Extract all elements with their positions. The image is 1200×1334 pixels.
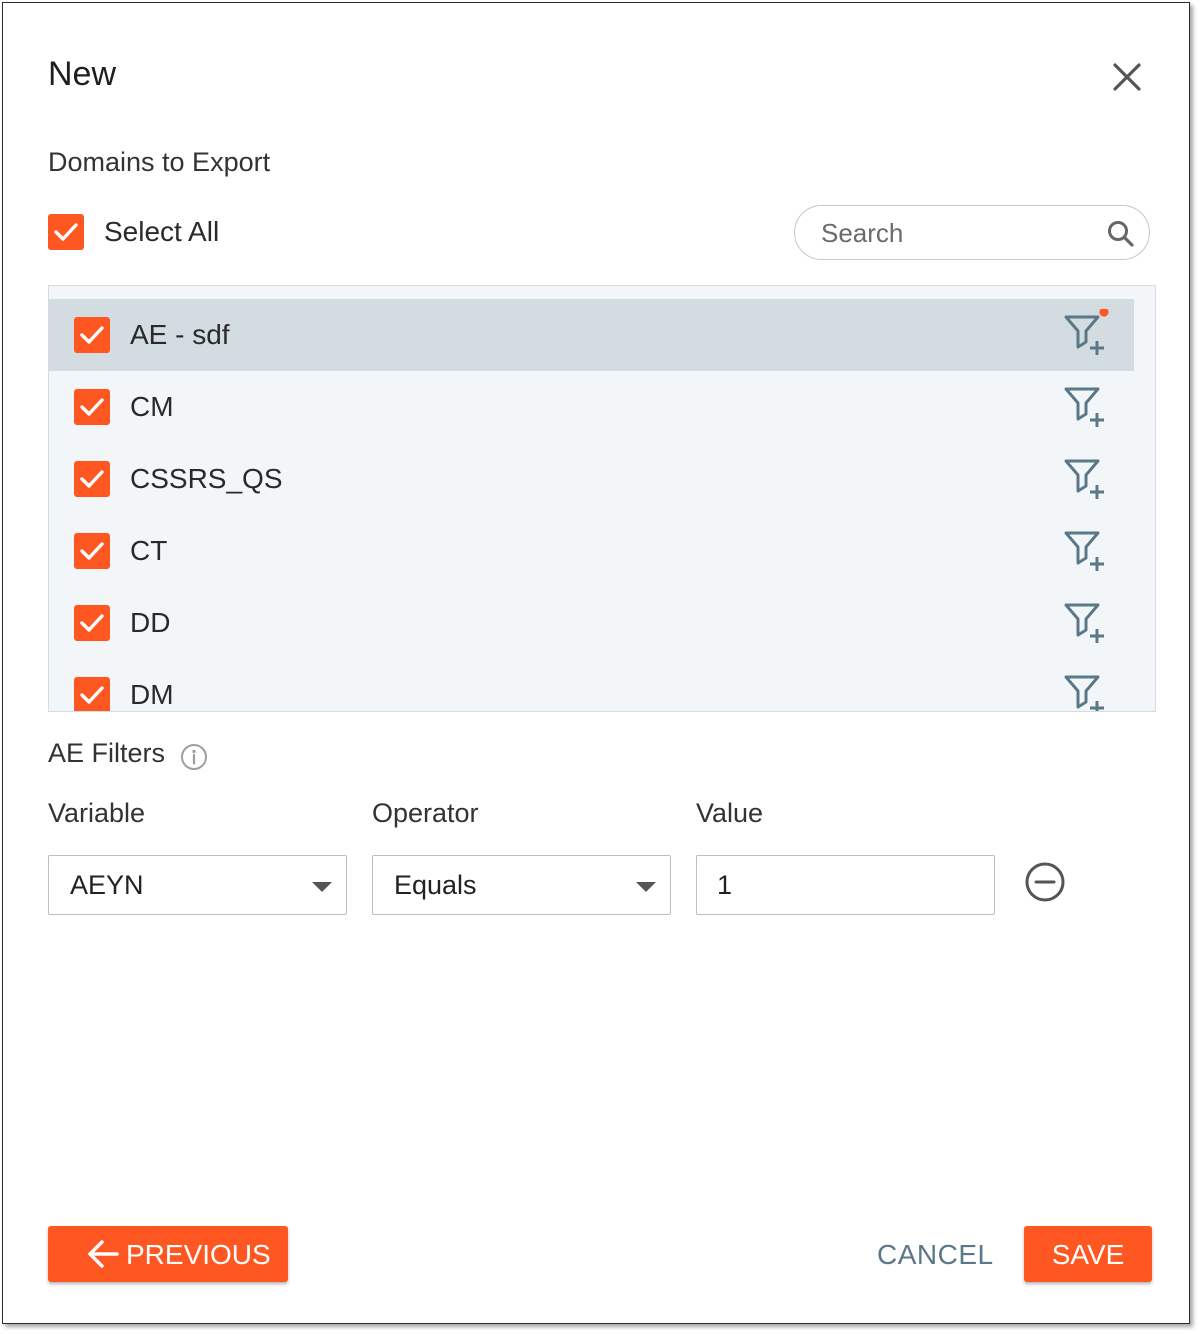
domain-row[interactable]: DM bbox=[49, 659, 1134, 712]
check-icon bbox=[80, 542, 104, 560]
domain-label: DM bbox=[130, 679, 174, 710]
select-all-label: Select All bbox=[104, 216, 220, 247]
remove-filter-icon[interactable] bbox=[1023, 860, 1067, 904]
domain-row[interactable]: AE - sdf bbox=[49, 299, 1134, 371]
domains-section-label: Domains to Export bbox=[48, 147, 271, 177]
add-filter-icon[interactable] bbox=[1061, 669, 1113, 712]
close-icon[interactable] bbox=[1107, 57, 1147, 97]
operator-select[interactable]: Equals bbox=[372, 855, 671, 915]
previous-button[interactable]: PREVIOUS bbox=[48, 1226, 288, 1282]
check-icon bbox=[80, 614, 104, 632]
check-icon bbox=[80, 326, 104, 344]
domain-label: CT bbox=[130, 535, 168, 566]
domain-row[interactable]: DD bbox=[49, 587, 1134, 659]
check-icon bbox=[80, 686, 104, 704]
dialog-title: New bbox=[48, 55, 117, 93]
save-button-label: SAVE bbox=[1051, 1239, 1125, 1270]
domain-label: AE - sdf bbox=[130, 319, 230, 350]
cancel-button[interactable]: CANCEL bbox=[877, 1239, 994, 1271]
operator-label: Operator bbox=[372, 798, 479, 828]
domain-row[interactable]: CT bbox=[49, 515, 1134, 587]
domain-checkbox[interactable] bbox=[74, 317, 110, 353]
domain-checkbox[interactable] bbox=[74, 677, 110, 711]
value-label: Value bbox=[696, 798, 764, 828]
search-box bbox=[794, 205, 1150, 260]
arrow-left-icon bbox=[88, 1240, 119, 1268]
domain-checkbox[interactable] bbox=[74, 533, 110, 569]
check-icon bbox=[80, 398, 104, 416]
variable-select-value: AEYN bbox=[70, 870, 144, 900]
check-icon bbox=[80, 470, 104, 488]
active-filter-dot bbox=[1099, 309, 1109, 317]
value-input[interactable] bbox=[696, 855, 995, 915]
select-all-checkbox[interactable] bbox=[48, 214, 84, 250]
domain-checkbox[interactable] bbox=[74, 605, 110, 641]
add-filter-icon[interactable] bbox=[1061, 597, 1113, 649]
add-filter-icon[interactable] bbox=[1061, 309, 1113, 361]
save-button[interactable]: SAVE bbox=[1024, 1226, 1152, 1282]
domain-label: CSSRS_QS bbox=[130, 463, 283, 494]
check-icon bbox=[54, 223, 78, 241]
add-filter-icon[interactable] bbox=[1061, 381, 1113, 433]
new-export-dialog: New Domains to Export Select All AE - sd… bbox=[2, 2, 1190, 1324]
info-icon[interactable] bbox=[180, 743, 208, 771]
search-input[interactable] bbox=[819, 216, 1093, 250]
domain-checkbox[interactable] bbox=[74, 461, 110, 497]
operator-select-value: Equals bbox=[394, 870, 477, 900]
domain-checkbox[interactable] bbox=[74, 389, 110, 425]
add-filter-icon[interactable] bbox=[1061, 453, 1113, 505]
filters-title: AE Filters bbox=[48, 738, 166, 768]
variable-select[interactable]: AEYN bbox=[48, 855, 347, 915]
domain-row[interactable]: CM bbox=[49, 371, 1134, 443]
search-icon[interactable] bbox=[1106, 219, 1136, 249]
variable-label: Variable bbox=[48, 798, 146, 828]
previous-button-label: PREVIOUS bbox=[126, 1239, 271, 1270]
chevron-down-icon bbox=[636, 882, 656, 892]
add-filter-icon[interactable] bbox=[1061, 525, 1113, 577]
domain-label: CM bbox=[130, 391, 174, 422]
domain-label: DD bbox=[130, 607, 171, 638]
chevron-down-icon bbox=[312, 882, 332, 892]
domain-list[interactable]: AE - sdf CM CSSRS_QS CT DD DM bbox=[48, 285, 1156, 712]
domain-row[interactable]: CSSRS_QS bbox=[49, 443, 1134, 515]
